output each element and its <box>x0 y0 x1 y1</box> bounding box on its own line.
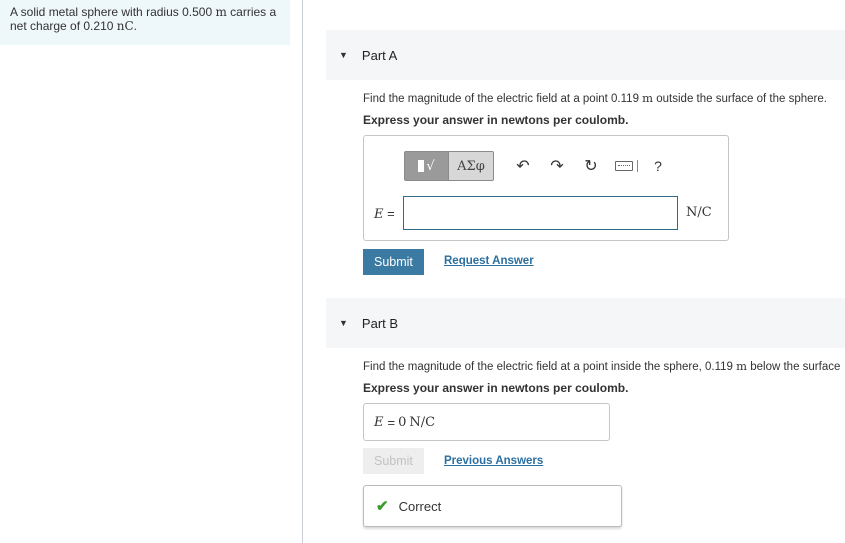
problem-text-4: . <box>133 19 138 33</box>
request-answer-link[interactable]: Request Answer <box>444 255 534 267</box>
answer-input[interactable] <box>403 196 678 230</box>
redo-icon[interactable]: ↷ <box>540 151 574 181</box>
help-button[interactable]: ? <box>648 151 668 181</box>
keyboard-icon <box>614 161 633 171</box>
part-b-question: Find the magnitude of the electric field… <box>363 359 841 373</box>
part-b-header[interactable]: ▼ Part B <box>326 298 845 348</box>
problem-text-2: carries a <box>226 5 277 19</box>
part-b-title: Part B <box>361 315 399 331</box>
part-b-instruction: Express your answer in newtons per coulo… <box>363 381 629 395</box>
checkmark-icon: ✔ <box>376 498 389 515</box>
part-a-instruction: Express your answer in newtons per coulo… <box>363 113 629 127</box>
greek-symbols-button[interactable]: ΑΣφ <box>449 152 493 180</box>
feedback-text: Correct <box>398 498 442 514</box>
unit-label: N/C <box>686 205 712 220</box>
problem-text-1: A solid metal sphere with radius 0.500 <box>10 5 216 19</box>
problem-unit-m: m <box>215 5 227 19</box>
equation-label: E = <box>374 206 395 222</box>
submit-button-disabled: Submit <box>363 448 424 474</box>
keyboard-button[interactable] <box>608 151 648 181</box>
feedback-box: ✔ Correct <box>363 485 622 527</box>
part-a-answer-box: √ ΑΣφ ↶ ↷ ↻ ? E = N/C <box>363 135 729 241</box>
submit-button[interactable]: Submit <box>363 249 424 275</box>
collapse-triangle-icon: ▼ <box>339 50 348 60</box>
reset-icon[interactable]: ↻ <box>574 151 608 181</box>
math-toolbar: √ ΑΣφ ↶ ↷ ↻ ? <box>404 150 668 182</box>
part-b-submitted-answer: E = 0 N/C <box>363 403 610 441</box>
problem-text-3: net charge of 0.210 <box>10 19 117 33</box>
sqrt-template-icon <box>418 160 425 172</box>
problem-statement: A solid metal sphere with radius 0.500 m… <box>0 0 290 45</box>
templates-button[interactable]: √ <box>405 152 449 180</box>
template-button-group: √ ΑΣφ <box>404 151 494 181</box>
previous-answers-link[interactable]: Previous Answers <box>444 455 543 467</box>
column-divider <box>302 0 303 543</box>
collapse-triangle-icon: ▼ <box>339 318 348 328</box>
undo-icon[interactable]: ↶ <box>506 151 540 181</box>
part-a-header[interactable]: ▼ Part A <box>326 30 845 80</box>
problem-unit-nc: nC <box>116 19 134 33</box>
part-a-title: Part A <box>361 47 398 63</box>
part-a-question: Find the magnitude of the electric field… <box>363 91 827 105</box>
